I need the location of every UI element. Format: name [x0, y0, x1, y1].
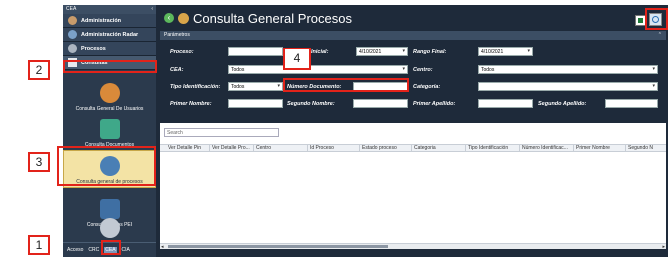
people-icon — [178, 12, 189, 24]
params-title: Parámetros — [164, 32, 190, 38]
tab-acceso[interactable]: Acceso — [67, 247, 83, 253]
annotation-number: 2 — [28, 60, 50, 80]
sidebar-item-administracion-radar[interactable]: Administración Radar — [63, 28, 156, 42]
sidebar-item-procesos[interactable]: Procesos — [63, 42, 156, 56]
scrollbar-thumb[interactable] — [168, 245, 388, 248]
results-grid: Search Ver Detalle Pin Ver Detalle Pro..… — [160, 123, 666, 250]
chevron-down-icon: ▾ — [527, 48, 530, 54]
sidebar-item-label: Administración Radar — [81, 31, 139, 38]
proceso-input[interactable] — [228, 47, 283, 56]
sidebar: CEA ‹ Administración Administración Rada… — [63, 5, 156, 257]
annotation-number: 3 — [28, 152, 50, 172]
annotation-highlight-consultas — [63, 60, 157, 73]
primer-nombre-label: Primer Nombre: — [170, 101, 212, 107]
centro-select[interactable]: Todos ▾ — [478, 65, 658, 74]
annotation-highlight-numero-documento — [283, 78, 409, 92]
main-panel: ‹ Consulta General Procesos Parámetros ⌃… — [158, 5, 668, 257]
tab-cia[interactable]: CIA — [122, 247, 130, 253]
page-title: Consulta General Procesos — [193, 10, 352, 26]
column-header[interactable]: Primer Nombre — [574, 145, 626, 152]
rango-inicial-picker[interactable]: 4/10/2021 ▾ — [356, 47, 408, 56]
column-header[interactable]: Tipo Identificación — [466, 145, 520, 152]
sidebar-item-label: Administración — [81, 17, 122, 24]
column-header[interactable]: Estado proceso — [360, 145, 412, 152]
sidebar-item-label: Procesos — [81, 45, 106, 52]
column-header[interactable]: Categoria — [412, 145, 466, 152]
primer-apellido-label: Primer Apellido: — [413, 101, 456, 107]
radar-icon — [68, 30, 77, 39]
annotation-number: 1 — [28, 235, 50, 255]
tile-consulta-usuarios[interactable]: Consulta General De Usuarios — [63, 74, 156, 114]
segundo-apellido-label: Segundo Apellido: — [538, 101, 587, 107]
chevron-down-icon: ▾ — [277, 83, 280, 89]
collapse-icon[interactable]: ‹ — [151, 6, 153, 13]
person-icon — [99, 218, 120, 238]
title-bar: ‹ Consulta General Procesos — [158, 5, 668, 31]
annotation-highlight-cea-tab — [101, 240, 121, 255]
horizontal-scrollbar[interactable]: ◂ ▸ — [160, 243, 666, 250]
column-header[interactable]: Id Proceso — [308, 145, 360, 152]
sidebar-item-administracion[interactable]: Administración — [63, 14, 156, 28]
search-input[interactable]: Search — [164, 128, 279, 137]
column-header[interactable]: Ver Detalle Pro... — [210, 145, 254, 152]
rango-final-picker[interactable]: 4/10/2021 ▾ — [478, 47, 533, 56]
segundo-nombre-input[interactable] — [353, 99, 408, 108]
gear-icon — [68, 44, 77, 53]
scroll-left-icon[interactable]: ◂ — [161, 244, 164, 250]
tipo-identificacion-label: Tipo Identificación: — [170, 84, 221, 90]
users-icon — [99, 83, 120, 103]
cea-select[interactable]: Todos ▾ — [228, 65, 408, 74]
chevron-down-icon: ▾ — [402, 66, 405, 72]
sidebar-title: CEA — [66, 6, 77, 12]
segundo-apellido-input[interactable] — [605, 99, 658, 108]
categoria-select[interactable]: ▾ — [478, 82, 658, 91]
centro-value: Todos — [481, 67, 495, 73]
cea-value: Todos — [231, 67, 245, 73]
column-header[interactable]: Centro — [254, 145, 308, 152]
primer-nombre-input[interactable] — [228, 99, 283, 108]
primer-apellido-input[interactable] — [478, 99, 533, 108]
segundo-nombre-label: Segundo Nombre: — [287, 101, 335, 107]
centro-label: Centro: — [413, 67, 433, 73]
excel-icon — [638, 18, 643, 23]
annotation-highlight-refresh — [645, 8, 668, 30]
sidebar-header: CEA ‹ — [63, 5, 156, 14]
rango-inicial-value: 4/10/2021 — [359, 49, 382, 55]
annotation-highlight-tile — [57, 146, 156, 186]
tile-next[interactable] — [63, 212, 156, 240]
tipo-identificacion-value: Todos — [231, 84, 245, 90]
chevron-down-icon: ▾ — [402, 48, 405, 54]
application-window: CEA ‹ Administración Administración Rada… — [63, 5, 668, 257]
grid-header: Ver Detalle Pin Ver Detalle Pro... Centr… — [160, 144, 666, 152]
column-header[interactable]: Segundo N — [626, 145, 666, 152]
tab-crc[interactable]: CRC — [88, 247, 99, 253]
chevron-down-icon: ▾ — [652, 83, 655, 89]
tipo-identificacion-select[interactable]: Todos ▾ — [228, 82, 283, 91]
cea-label: CEA: — [170, 67, 184, 73]
annotation-number: 4 — [285, 49, 309, 67]
chevron-up-icon[interactable]: ⌃ — [658, 32, 662, 39]
tile-consulta-documentos[interactable]: Consulta Documentos — [63, 110, 156, 150]
proceso-label: Proceso: — [170, 49, 194, 55]
document-icon — [99, 119, 120, 139]
column-header[interactable]: Número Identificac... — [520, 145, 574, 152]
chevron-down-icon: ▾ — [652, 66, 655, 72]
user-icon — [68, 16, 77, 25]
params-header[interactable]: Parámetros ⌃ — [160, 31, 666, 40]
scroll-right-icon[interactable]: ▸ — [662, 244, 665, 250]
rango-final-label: Rango Final: — [413, 49, 447, 55]
categoria-label: Categoría: — [413, 84, 441, 90]
back-button[interactable]: ‹ — [164, 13, 174, 23]
rango-inicial-label: Inicial: — [311, 49, 329, 55]
column-header[interactable]: Ver Detalle Pin — [166, 145, 210, 152]
rango-final-value: 4/10/2021 — [481, 49, 504, 55]
